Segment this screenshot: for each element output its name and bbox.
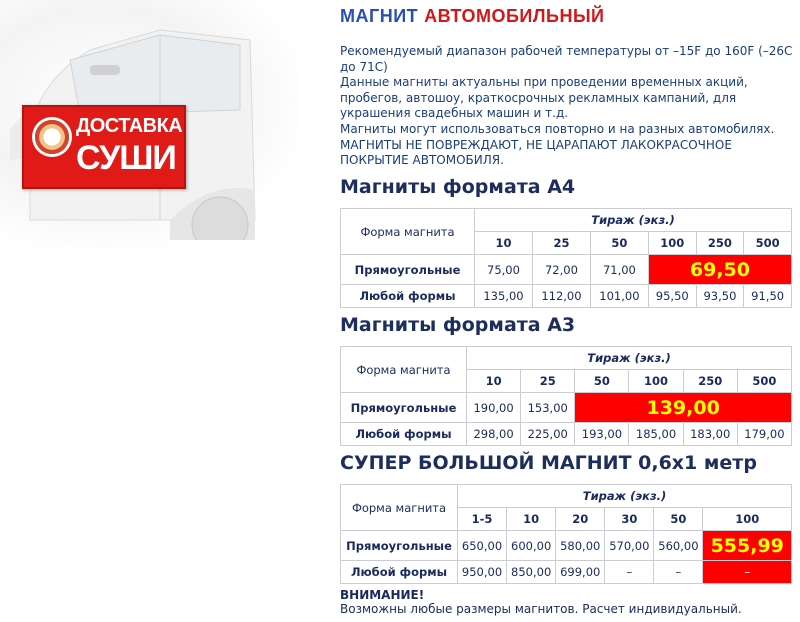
price-cell: 135,00 bbox=[474, 284, 533, 308]
qty-cell: 10 bbox=[506, 507, 557, 531]
price-cell: – bbox=[604, 560, 655, 584]
qty-cell: 250 bbox=[695, 231, 745, 255]
qty-cell: 25 bbox=[531, 231, 591, 255]
price-cell: – bbox=[653, 560, 704, 584]
table-row: Любой формы 950,00 850,00 699,00 – – – bbox=[340, 560, 792, 584]
qty-cell: 1-5 bbox=[456, 507, 508, 531]
tirazh-header: Тираж (экз.) bbox=[457, 484, 792, 508]
form-header: Форма магнита bbox=[340, 484, 458, 531]
row-label: Прямоугольные bbox=[340, 392, 467, 423]
tirazh-header: Тираж (экз.) bbox=[466, 346, 792, 370]
row-label: Любой формы bbox=[340, 560, 458, 584]
price-cell: 112,00 bbox=[531, 284, 591, 308]
table-row: Любой формы 298,00 225,00 193,00 185,00 … bbox=[340, 422, 793, 446]
qty-cell: 500 bbox=[743, 231, 792, 255]
section-title-a4: Магниты формата А4 bbox=[340, 176, 576, 198]
warning-title: ВНИМАНИЕ! bbox=[340, 588, 425, 602]
row-label: Прямоугольные bbox=[340, 530, 458, 561]
qty-cell: 250 bbox=[682, 369, 738, 393]
table-row: Прямоугольные 650,00 600,00 580,00 570,0… bbox=[340, 530, 792, 561]
banner-line1: ДОСТАВКА bbox=[76, 115, 183, 137]
qty-cell: 10 bbox=[465, 369, 522, 393]
warning-text: Возможны любые размеры магнитов. Расчет … bbox=[340, 602, 742, 616]
price-cell: 699,00 bbox=[555, 560, 606, 584]
highlight-blank-cell: – bbox=[702, 560, 792, 584]
highlight-price: 139,00 bbox=[574, 392, 792, 423]
price-cell: 193,00 bbox=[574, 422, 630, 446]
price-cell: 153,00 bbox=[520, 392, 576, 423]
qty-cell: 20 bbox=[555, 507, 606, 531]
qty-cell: 500 bbox=[736, 369, 793, 393]
price-table-a3: Форма магнита Тираж (экз.) 10 25 50 100 … bbox=[340, 346, 793, 446]
qty-cell: 50 bbox=[653, 507, 704, 531]
intro-line: Магниты могут использоваться повторно и … bbox=[340, 121, 775, 136]
qty-cell: 100 bbox=[628, 369, 684, 393]
price-cell: 93,50 bbox=[695, 284, 745, 308]
intro-line: Рекомендуемый диапазон рабочей температу… bbox=[340, 44, 793, 74]
intro-line: Данные магниты актуальны при проведении … bbox=[340, 75, 748, 121]
highlight-price: 555,99 bbox=[702, 530, 792, 561]
form-header: Форма магнита bbox=[340, 346, 467, 393]
price-cell: 225,00 bbox=[520, 422, 576, 446]
intro-line: МАГНИТЫ НЕ ПОВРЕЖДАЮТ, НЕ ЦАРАПАЮТ ЛАКОК… bbox=[340, 137, 732, 168]
price-table-a4: Форма магнита Тираж (экз.) 10 25 50 100 … bbox=[340, 208, 793, 308]
price-cell: 600,00 bbox=[506, 530, 557, 561]
price-cell: 950,00 bbox=[456, 560, 508, 584]
brand-word2: АВТОМОБИЛЬНЫЙ bbox=[424, 6, 605, 26]
section-title-a3: Магниты формата А3 bbox=[340, 314, 576, 336]
qty-cell: 50 bbox=[589, 231, 649, 255]
sushi-delivery-magnet: ДОСТАВКА СУШИ bbox=[22, 105, 186, 189]
banner-line2: СУШИ bbox=[76, 139, 177, 177]
price-cell: 560,00 bbox=[653, 530, 704, 561]
price-cell: 91,50 bbox=[743, 284, 792, 308]
price-cell: 850,00 bbox=[506, 560, 557, 584]
car-promo-image: ДОСТАВКА СУШИ bbox=[0, 0, 330, 270]
brand-logo: МАГНИТ АВТОМОБИЛЬНЫЙ bbox=[340, 6, 605, 27]
price-cell: 75,00 bbox=[474, 254, 533, 285]
table-row: Прямоугольные 75,00 72,00 71,00 69,50 bbox=[340, 254, 793, 285]
price-cell: 71,00 bbox=[589, 254, 649, 285]
qty-cell: 30 bbox=[604, 507, 655, 531]
price-cell: 298,00 bbox=[465, 422, 522, 446]
row-label: Прямоугольные bbox=[340, 254, 475, 285]
tirazh-header: Тираж (экз.) bbox=[474, 208, 792, 232]
qty-cell: 25 bbox=[520, 369, 576, 393]
price-cell: 580,00 bbox=[555, 530, 606, 561]
row-label: Любой формы bbox=[340, 284, 475, 308]
highlight-price: 69,50 bbox=[647, 254, 793, 285]
price-cell: 101,00 bbox=[589, 284, 649, 308]
price-cell: 185,00 bbox=[628, 422, 684, 446]
section-title-big: СУПЕР БОЛЬШОЙ МАГНИТ 0,6х1 метр bbox=[340, 452, 757, 474]
price-cell: 190,00 bbox=[465, 392, 522, 423]
table-row: Любой формы 135,00 112,00 101,00 95,50 9… bbox=[340, 284, 792, 308]
brand-word1: МАГНИТ bbox=[340, 6, 419, 26]
qty-cell: 100 bbox=[647, 231, 697, 255]
qty-cell: 10 bbox=[474, 231, 533, 255]
form-header: Форма магнита bbox=[340, 208, 475, 255]
price-table-big: Форма магнита Тираж (экз.) 1-5 10 20 30 … bbox=[340, 484, 792, 584]
price-cell: 179,00 bbox=[736, 422, 793, 446]
price-cell: 95,50 bbox=[647, 284, 697, 308]
price-cell: 570,00 bbox=[604, 530, 655, 561]
sushi-plate-icon bbox=[32, 117, 72, 157]
price-cell: 72,00 bbox=[531, 254, 591, 285]
table-row: Прямоугольные 190,00 153,00 139,00 bbox=[340, 392, 792, 423]
price-cell: 183,00 bbox=[682, 422, 738, 446]
qty-cell: 50 bbox=[574, 369, 630, 393]
row-label: Любой формы bbox=[340, 422, 467, 446]
price-cell: 650,00 bbox=[456, 530, 508, 561]
qty-cell: 100 bbox=[702, 507, 792, 531]
intro-text: Рекомендуемый диапазон рабочей температу… bbox=[340, 44, 795, 169]
